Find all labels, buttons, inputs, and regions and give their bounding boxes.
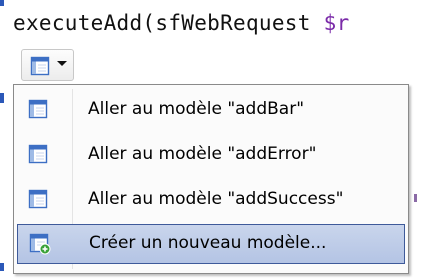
template-icon [28,144,48,168]
smart-tag-button[interactable] [21,49,74,81]
function-signature-text: executeAdd(sfWebRequest [13,11,324,35]
menu-item-label: Aller au modèle "addBar" [88,99,305,119]
gutter-marker [0,263,4,271]
chevron-down-icon [57,61,67,66]
variable-text: $r [323,11,350,35]
menu-item-goto-adderror[interactable]: Aller au modèle "addError" [17,135,405,175]
gutter-marker [0,93,4,103]
menu-item-goto-addsuccess[interactable]: Aller au modèle "addSuccess" [17,180,405,220]
template-icon [28,189,48,213]
template-icon [30,56,50,80]
menu-item-goto-addbar[interactable]: Aller au modèle "addBar" [17,90,405,130]
menu-item-label: Aller au modèle "addError" [88,144,317,164]
new-template-icon [29,233,51,259]
code-fragment-mark [414,194,417,202]
template-icon [28,99,48,123]
code-line: executeAdd(sfWebRequest $r [13,9,350,37]
menu-item-label: Créer un nouveau modèle... [89,233,327,253]
smart-tag-menu: Aller au modèle "addBar" Aller au modèle… [13,84,409,274]
gutter-marker [0,0,4,6]
menu-item-label: Aller au modèle "addSuccess" [88,189,344,209]
editor-area: executeAdd(sfWebRequest $r Aller au modè… [0,0,426,279]
menu-item-create-new-template[interactable]: Créer un nouveau modèle... [17,224,405,264]
